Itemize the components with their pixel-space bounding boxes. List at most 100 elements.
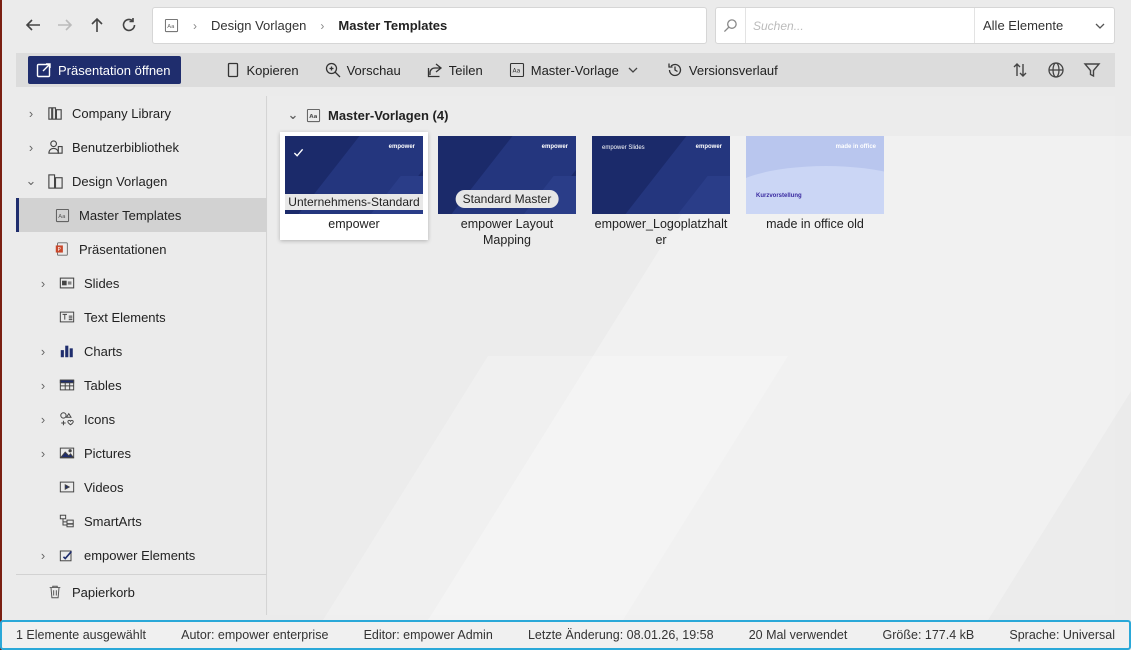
video-icon xyxy=(58,478,76,496)
icons-icon xyxy=(58,410,76,428)
breadcrumb-item-design-vorlagen[interactable]: Design Vorlagen xyxy=(211,18,306,33)
window-edge xyxy=(0,0,2,650)
smartart-icon xyxy=(58,512,76,530)
standard-master-badge: Standard Master xyxy=(455,190,559,208)
svg-text:Aa: Aa xyxy=(58,213,65,219)
chevron-down-icon: ⌄ xyxy=(287,107,299,122)
refresh-button[interactable] xyxy=(116,12,142,38)
chart-icon xyxy=(58,342,76,360)
copy-icon xyxy=(227,62,238,78)
status-modified: Letzte Änderung: 08.01.26, 19:58 xyxy=(527,628,714,642)
sidebar-item-label: Design Vorlagen xyxy=(72,173,168,189)
sidebar-item-empower-elements[interactable]: › empower Elements xyxy=(16,538,267,572)
breadcrumb-item-master-templates[interactable]: Master Templates xyxy=(338,18,447,33)
search-icon xyxy=(716,8,746,43)
sidebar-item-label: Master Templates xyxy=(79,207,182,223)
thumbnail-logo: empower xyxy=(695,144,722,150)
sidebar-item-praesentationen[interactable]: P Präsentationen xyxy=(16,232,267,266)
sidebar-item-design-vorlagen[interactable]: ⌄ Design Vorlagen xyxy=(16,164,267,198)
sidebar-item-label: Tables xyxy=(84,377,122,393)
filter-value: Alle Elemente xyxy=(983,18,1064,33)
globe-icon[interactable] xyxy=(1047,61,1065,79)
refresh-icon xyxy=(122,18,136,32)
share-label: Teilen xyxy=(448,62,483,78)
master-template-icon: Aa xyxy=(53,206,71,224)
open-presentation-button[interactable]: Präsentation öffnen xyxy=(28,56,181,84)
chevron-right-icon: › xyxy=(40,275,46,291)
chevron-right-icon: › xyxy=(40,445,46,461)
sidebar-item-label: Company Library xyxy=(72,105,171,121)
template-tile-made-in-office-old[interactable]: made in office Kurzvorstellung made in o… xyxy=(746,136,884,240)
template-tile-empower[interactable]: empower Unternehmens-Standard empower xyxy=(280,132,428,240)
sidebar: › Company Library › Benutzerbibliothek ⌄… xyxy=(16,96,267,615)
template-tile-empower-logoplatzhalter[interactable]: empower Slides empower empower_Logoplatz… xyxy=(592,136,730,256)
sidebar-item-label: Papierkorb xyxy=(72,584,135,600)
sidebar-item-videos[interactable]: Videos xyxy=(16,470,267,504)
sidebar-item-label: Charts xyxy=(84,343,123,359)
chevron-right-icon: › xyxy=(40,547,46,563)
sidebar-item-label: Benutzerbibliothek xyxy=(72,139,179,155)
picture-icon xyxy=(58,444,76,462)
status-selection: 1 Elemente ausgewählt xyxy=(16,628,146,642)
back-button[interactable] xyxy=(20,12,46,38)
copy-label: Kopieren xyxy=(246,62,299,78)
powerpoint-icon: P xyxy=(53,240,71,258)
sidebar-item-smartarts[interactable]: SmartArts xyxy=(16,504,267,538)
arrow-right-icon xyxy=(58,19,73,31)
sidebar-item-tables[interactable]: › Tables xyxy=(16,368,267,402)
svg-text:Aa: Aa xyxy=(512,68,520,75)
copy-button[interactable]: Kopieren xyxy=(219,56,305,84)
sort-icon[interactable] xyxy=(1011,61,1029,79)
chevron-right-icon: › xyxy=(40,343,46,359)
master-template-dropdown[interactable]: Aa Master-Vorlage xyxy=(503,56,645,84)
sidebar-item-trash[interactable]: Papierkorb xyxy=(16,575,267,609)
tile-label: empower xyxy=(328,217,380,231)
filter-dropdown[interactable]: Alle Elemente xyxy=(974,8,1114,43)
tile-label: empower Layout Mapping xyxy=(460,217,554,247)
chevron-right-icon: › xyxy=(193,18,197,33)
tile-label: empower_Logoplatzhalter xyxy=(594,217,728,247)
preview-button[interactable]: Vorschau xyxy=(319,56,407,84)
sidebar-item-company-library[interactable]: › Company Library xyxy=(16,96,267,130)
sidebar-item-master-templates[interactable]: Aa Master Templates xyxy=(16,198,267,232)
version-history-button[interactable]: Versionsverlauf xyxy=(661,56,784,84)
thumbnail-title: Kurzvorstellung xyxy=(756,193,802,199)
table-icon xyxy=(58,376,76,394)
text-element-icon xyxy=(58,308,76,326)
toolbar: Präsentation öffnen Kopieren Vorschau Te… xyxy=(16,53,1115,87)
preview-label: Vorschau xyxy=(346,62,401,78)
filter-icon[interactable] xyxy=(1083,61,1101,79)
sidebar-item-user-library[interactable]: › Benutzerbibliothek xyxy=(16,130,267,164)
svg-text:Aa: Aa xyxy=(309,113,317,119)
thumbnail-title: empower Slides xyxy=(602,145,645,151)
sidebar-item-label: SmartArts xyxy=(84,513,142,529)
sidebar-item-slides[interactable]: › Slides xyxy=(16,266,267,300)
sidebar-item-text-elements[interactable]: Text Elements xyxy=(16,300,267,334)
empower-elements-icon xyxy=(58,546,76,564)
trash-icon xyxy=(46,583,64,601)
search-input[interactable] xyxy=(746,18,974,33)
template-thumbnail: empower Slides empower xyxy=(592,136,730,214)
status-author: Autor: empower enterprise xyxy=(181,628,329,642)
chevron-right-icon: › xyxy=(40,411,46,427)
sidebar-item-label: Slides xyxy=(84,275,120,291)
svg-text:Aa: Aa xyxy=(167,24,174,30)
thumbnail-shape xyxy=(746,166,884,214)
design-template-icon xyxy=(46,172,64,190)
up-button[interactable] xyxy=(84,12,110,38)
group-header[interactable]: ⌄ Aa Master-Vorlagen (4) xyxy=(286,106,449,124)
version-history-label: Versionsverlauf xyxy=(688,62,778,78)
zoom-icon xyxy=(325,62,341,78)
sidebar-item-icons[interactable]: › Icons xyxy=(16,402,267,436)
company-standard-badge: Unternehmens-Standard xyxy=(285,194,423,210)
template-tile-empower-layout-mapping[interactable]: empower Standard Master empower Layout M… xyxy=(438,136,576,256)
share-icon xyxy=(427,63,442,78)
slides-icon xyxy=(58,274,76,292)
sidebar-item-label: Präsentationen xyxy=(79,241,167,257)
share-button[interactable]: Teilen xyxy=(421,56,489,84)
tile-label: made in office old xyxy=(766,217,864,231)
sidebar-item-charts[interactable]: › Charts xyxy=(16,334,267,368)
sidebar-item-pictures[interactable]: › Pictures xyxy=(16,436,267,470)
forward-button[interactable] xyxy=(52,12,78,38)
search-box: Alle Elemente xyxy=(715,7,1115,44)
